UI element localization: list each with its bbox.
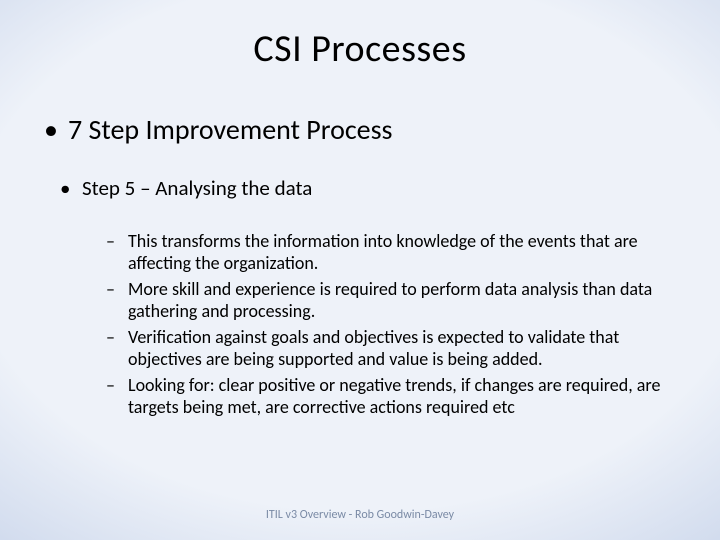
bullet-level-3: – Verification against goals and objecti…	[40, 327, 680, 371]
bullet-level-1-text: 7 Step Improvement Process	[68, 112, 393, 147]
bullet-dash-icon: –	[106, 375, 115, 397]
slide-title: CSI Processes	[40, 26, 680, 72]
bullet-level-3-text: Looking for: clear positive or negative …	[128, 374, 660, 418]
slide-footer: ITIL v3 Overview - Rob Goodwin-Davey	[0, 508, 720, 522]
bullet-level-2: • Step 5 – Analysing the data	[40, 175, 680, 201]
bullet-level-3-text: This transforms the information into kno…	[128, 230, 638, 274]
bullet-level-3: – More skill and experience is required …	[40, 279, 680, 323]
bullet-dot-icon: •	[60, 175, 70, 201]
bullet-level-2-text: Step 5 – Analysing the data	[82, 175, 312, 201]
bullet-dot-icon: •	[44, 112, 58, 147]
bullet-level-3: – Looking for: clear positive or negativ…	[40, 375, 680, 419]
bullet-dash-icon: –	[106, 279, 115, 301]
bullet-dash-icon: –	[106, 231, 115, 253]
bullet-level-3: – This transforms the information into k…	[40, 231, 680, 275]
bullet-dash-icon: –	[106, 327, 115, 349]
slide: CSI Processes • 7 Step Improvement Proce…	[0, 0, 720, 540]
bullet-level-3-text: Verification against goals and objective…	[128, 326, 619, 370]
bullet-level-1: • 7 Step Improvement Process	[40, 112, 680, 147]
bullet-level-3-text: More skill and experience is required to…	[128, 278, 652, 322]
